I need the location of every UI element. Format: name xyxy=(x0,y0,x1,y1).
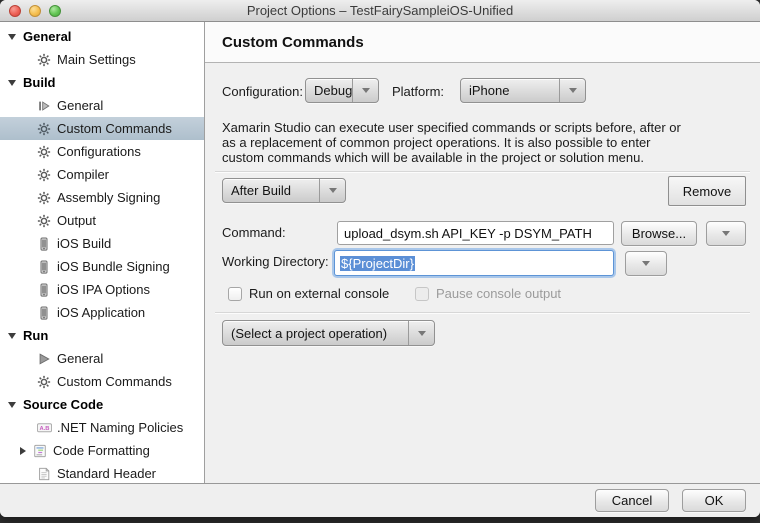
sidebar: General Main Settings Build General Cust… xyxy=(0,22,205,483)
configuration-label: Configuration: xyxy=(222,84,303,99)
run-external-console-label: Run on external console xyxy=(249,286,389,301)
document-icon xyxy=(36,466,52,482)
dialog-footer: Cancel OK xyxy=(0,483,760,517)
gear-icon xyxy=(36,190,52,206)
sidebar-item-net-naming-policies[interactable]: A.B .NET Naming Policies xyxy=(0,416,204,439)
pause-console-output-label: Pause console output xyxy=(436,286,561,301)
run-external-console-checkbox[interactable] xyxy=(228,287,242,301)
command-input[interactable] xyxy=(337,221,614,245)
zoom-icon[interactable] xyxy=(49,5,61,17)
build-play-icon xyxy=(36,98,52,114)
sidebar-item-standard-header[interactable]: Standard Header xyxy=(0,462,204,483)
disclosure-triangle-icon[interactable] xyxy=(8,333,16,339)
disclosure-triangle-icon[interactable] xyxy=(8,34,16,40)
configuration-select[interactable]: Debug xyxy=(305,78,379,103)
sidebar-item-code-formatting[interactable]: Code Formatting xyxy=(0,439,204,462)
iphone-icon xyxy=(36,282,52,298)
divider xyxy=(215,171,750,172)
platform-select[interactable]: iPhone xyxy=(460,78,586,103)
svg-text:A.B: A.B xyxy=(39,426,49,432)
description-line: as a replacement of common project opera… xyxy=(222,135,681,150)
iphone-icon xyxy=(36,259,52,275)
sidebar-item-configurations[interactable]: Configurations xyxy=(0,140,204,163)
chevron-down-icon xyxy=(642,261,650,266)
description-line: custom commands which will be available … xyxy=(222,150,681,165)
description-line: Xamarin Studio can execute user specifie… xyxy=(222,120,681,135)
gear-icon xyxy=(36,121,52,137)
sidebar-section-general[interactable]: General xyxy=(0,25,204,48)
sidebar-item-output[interactable]: Output xyxy=(0,209,204,232)
iphone-icon xyxy=(36,236,52,252)
sidebar-item-main-settings[interactable]: Main Settings xyxy=(0,48,204,71)
sidebar-item-ios-build[interactable]: iOS Build xyxy=(0,232,204,255)
gear-icon xyxy=(36,52,52,68)
selected-text: ${ProjectDir} xyxy=(340,256,415,271)
gear-icon xyxy=(36,213,52,229)
window-title: Project Options – TestFairySampleiOS-Uni… xyxy=(70,0,690,22)
sidebar-section-source-code[interactable]: Source Code xyxy=(0,393,204,416)
sidebar-item-ios-bundle-signing[interactable]: iOS Bundle Signing xyxy=(0,255,204,278)
disclosure-triangle-icon[interactable] xyxy=(8,80,16,86)
sidebar-section-run[interactable]: Run xyxy=(0,324,204,347)
pause-console-output-checkbox xyxy=(415,287,429,301)
project-operation-select[interactable]: (Select a project operation) xyxy=(222,320,435,346)
ok-button[interactable]: OK xyxy=(682,489,746,512)
chevron-down-icon xyxy=(352,79,378,102)
gear-icon xyxy=(36,374,52,390)
sidebar-item-run-general[interactable]: General xyxy=(0,347,204,370)
chevron-down-icon xyxy=(722,231,730,236)
platform-label: Platform: xyxy=(392,84,444,99)
browse-button[interactable]: Browse... xyxy=(621,221,697,246)
sidebar-item-custom-commands[interactable]: Custom Commands xyxy=(0,117,204,140)
sidebar-item-compiler[interactable]: Compiler xyxy=(0,163,204,186)
sidebar-section-build[interactable]: Build xyxy=(0,71,204,94)
panel-description: Xamarin Studio can execute user specifie… xyxy=(222,120,681,165)
sidebar-item-ios-application[interactable]: iOS Application xyxy=(0,301,204,324)
command-label: Command: xyxy=(222,225,286,240)
play-icon xyxy=(36,351,52,367)
chevron-down-icon xyxy=(408,321,434,345)
working-directory-label: Working Directory: xyxy=(222,254,329,269)
page-title: Custom Commands xyxy=(205,22,760,51)
window-controls xyxy=(9,5,61,17)
command-options-button[interactable] xyxy=(706,221,746,246)
main-panel: Custom Commands Configuration: Debug Pla… xyxy=(205,22,760,483)
sidebar-item-build-general[interactable]: General xyxy=(0,94,204,117)
iphone-icon xyxy=(36,305,52,321)
minimize-icon[interactable] xyxy=(29,5,41,17)
remove-button[interactable]: Remove xyxy=(668,176,746,206)
chevron-down-icon xyxy=(319,179,345,202)
code-formatting-icon xyxy=(32,443,48,459)
gear-icon xyxy=(36,144,52,160)
ab-letters-icon: A.B xyxy=(36,420,52,436)
cancel-button[interactable]: Cancel xyxy=(595,489,669,512)
disclosure-triangle-icon[interactable] xyxy=(8,402,16,408)
sidebar-item-ios-ipa-options[interactable]: iOS IPA Options xyxy=(0,278,204,301)
titlebar: Project Options – TestFairySampleiOS-Uni… xyxy=(0,0,760,22)
event-select[interactable]: After Build xyxy=(222,178,346,203)
gear-icon xyxy=(36,167,52,183)
working-directory-options-button[interactable] xyxy=(625,251,667,276)
sidebar-item-assembly-signing[interactable]: Assembly Signing xyxy=(0,186,204,209)
sidebar-item-run-custom-commands[interactable]: Custom Commands xyxy=(0,370,204,393)
panel-header: Custom Commands xyxy=(205,22,760,63)
disclosure-triangle-icon[interactable] xyxy=(20,447,26,455)
working-directory-input[interactable]: ${ProjectDir} xyxy=(334,250,614,276)
close-icon[interactable] xyxy=(9,5,21,17)
divider xyxy=(215,312,750,313)
chevron-down-icon xyxy=(559,79,585,102)
project-options-window: Project Options – TestFairySampleiOS-Uni… xyxy=(0,0,760,517)
